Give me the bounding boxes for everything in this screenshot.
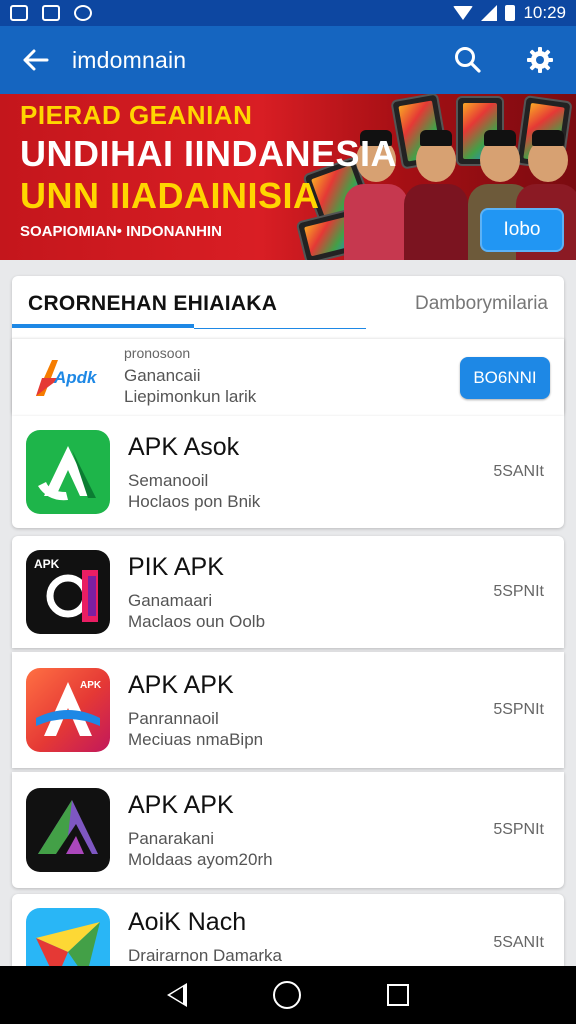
svg-text:APK: APK <box>34 557 60 571</box>
tab-indicator <box>12 324 194 328</box>
signal-icon <box>481 5 498 21</box>
person-image <box>404 130 468 260</box>
battery-icon <box>505 5 516 21</box>
search-icon <box>455 47 481 73</box>
app-name: PIK APK <box>128 552 224 581</box>
app-size: 5SANIt <box>493 463 544 480</box>
list-item[interactable]: Apdk pronosoon Ganancaii Liepimonkun lar… <box>12 338 564 416</box>
banner-line-3: UNN IIADAINISIA <box>20 175 320 216</box>
apk-colorful-icon <box>26 908 110 966</box>
app-name: APK Asok <box>128 432 240 461</box>
app-category: Ganamaari <box>128 590 213 610</box>
list-item[interactable]: AoiK Nach Drairarnon Damarka 5SANIt <box>12 894 564 966</box>
wifi-icon <box>453 6 474 20</box>
banner-button[interactable]: Iobo <box>480 208 564 252</box>
back-button[interactable] <box>0 26 72 94</box>
app-name: APK APK <box>128 790 234 819</box>
notification-icon <box>10 5 28 21</box>
apk-green-icon <box>26 430 110 514</box>
status-bar: 10:29 <box>0 0 576 26</box>
nav-back-icon[interactable] <box>167 983 187 1007</box>
list-item[interactable]: APK APK APK Panrannaoil Meciuas nmaBipn … <box>12 652 564 768</box>
app-category: Panrannaoil <box>128 708 219 728</box>
apk-purple-icon <box>26 788 110 872</box>
nav-recents-icon[interactable] <box>387 984 409 1006</box>
item-overline: pronosoon <box>124 344 191 361</box>
app-size: 5SPNIt <box>493 821 544 838</box>
tab-indicator-line <box>194 328 366 329</box>
gear-icon <box>527 47 553 73</box>
tab-featured[interactable]: CRORNEHAN EHIAIAKA <box>28 292 277 316</box>
tab-category[interactable]: Damborymilaria <box>415 293 548 315</box>
app-description: Hoclaos pon Bnik <box>128 491 261 511</box>
app-size: 5SANIt <box>493 934 544 951</box>
app-description: Maclaos oun Oolb <box>128 611 266 631</box>
app-category: Semanooil <box>128 470 209 490</box>
app-description: Meciuas nmaBipn <box>128 729 264 749</box>
app-size: 5SPNIt <box>493 583 544 600</box>
photo-notification-icon <box>42 5 60 21</box>
app-size: 5SPNIt <box>493 701 544 718</box>
apk-logo-text: Apdk <box>54 367 97 387</box>
settings-button[interactable] <box>504 26 576 94</box>
app-title: imdomnain <box>72 46 187 73</box>
list-item[interactable]: APK APK Panarakani Moldaas ayom20rh 5SPN… <box>12 772 564 888</box>
status-time: 10:29 <box>523 3 566 22</box>
item-description: Liepimonkun larik <box>124 386 257 406</box>
banner-line-4: SOAPIOMIAN• INDONANHIN <box>20 223 222 240</box>
system-nav-bar <box>0 966 576 1024</box>
tab-bar: CRORNEHAN EHIAIAKA Damborymilaria <box>12 276 564 332</box>
app-category: Panarakani <box>128 828 215 848</box>
apk-logo-icon: Apdk <box>26 349 106 406</box>
banner-line-2: UNDIHAI IINDANESIA <box>20 133 398 174</box>
item-subtitle: Ganancaii Liepimonkun larik <box>124 365 256 407</box>
promo-banner[interactable]: PIERAD GEANIAN UNDIHAI IINDANESIA UNN II… <box>0 94 576 260</box>
list-item[interactable]: APK Asok Semanooil Hoclaos pon Bnik 5SAN… <box>12 416 564 528</box>
app-category: Drairarnon Damarka <box>128 946 282 965</box>
nav-home-icon[interactable] <box>273 981 301 1009</box>
svg-text:APK: APK <box>80 680 102 691</box>
sync-icon <box>74 5 92 21</box>
apk-red-icon: APK <box>26 668 110 752</box>
arrow-back-icon <box>23 49 49 71</box>
app-name: APK APK <box>128 670 234 699</box>
apk-dark-icon: APK <box>26 550 110 634</box>
download-button[interactable]: BO6NNI <box>460 356 550 399</box>
app-bar: imdomnain <box>0 26 576 94</box>
app-description: Moldaas ayom20rh <box>128 849 273 869</box>
list-item[interactable]: APK PIK APK Ganamaari Maclaos oun Oolb 5… <box>12 536 564 648</box>
item-category: Ganancaii <box>124 365 201 385</box>
banner-line-1: PIERAD GEANIAN <box>20 100 253 130</box>
app-name: AoiK Nach <box>128 908 247 936</box>
search-button[interactable] <box>432 26 504 94</box>
